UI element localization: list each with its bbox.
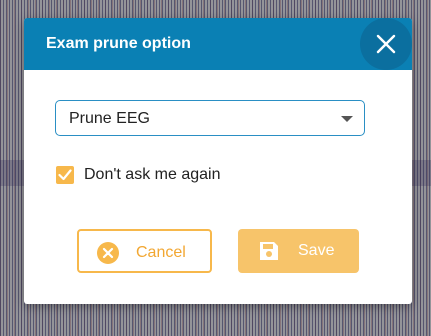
cancel-button[interactable]: Cancel: [77, 229, 212, 273]
chevron-down-icon: [341, 116, 353, 122]
dialog-header: Exam prune option: [24, 18, 412, 70]
select-value: Prune EEG: [69, 110, 150, 127]
prune-option-select[interactable]: Prune EEG: [55, 100, 365, 136]
dont-ask-again-label: Don't ask me again: [84, 166, 221, 183]
close-button[interactable]: [360, 18, 412, 70]
close-icon: [376, 34, 396, 54]
dialog-title: Exam prune option: [46, 35, 191, 52]
check-icon: [58, 169, 72, 181]
cancel-button-label: Cancel: [136, 244, 186, 261]
dont-ask-again-checkbox[interactable]: [56, 166, 74, 184]
save-button[interactable]: Save: [238, 229, 359, 273]
cancel-circle-icon: [97, 242, 119, 264]
save-button-label: Save: [298, 242, 335, 259]
save-icon: [260, 242, 278, 260]
exam-prune-dialog: Exam prune option Prune EEG Don't ask me…: [24, 18, 412, 304]
